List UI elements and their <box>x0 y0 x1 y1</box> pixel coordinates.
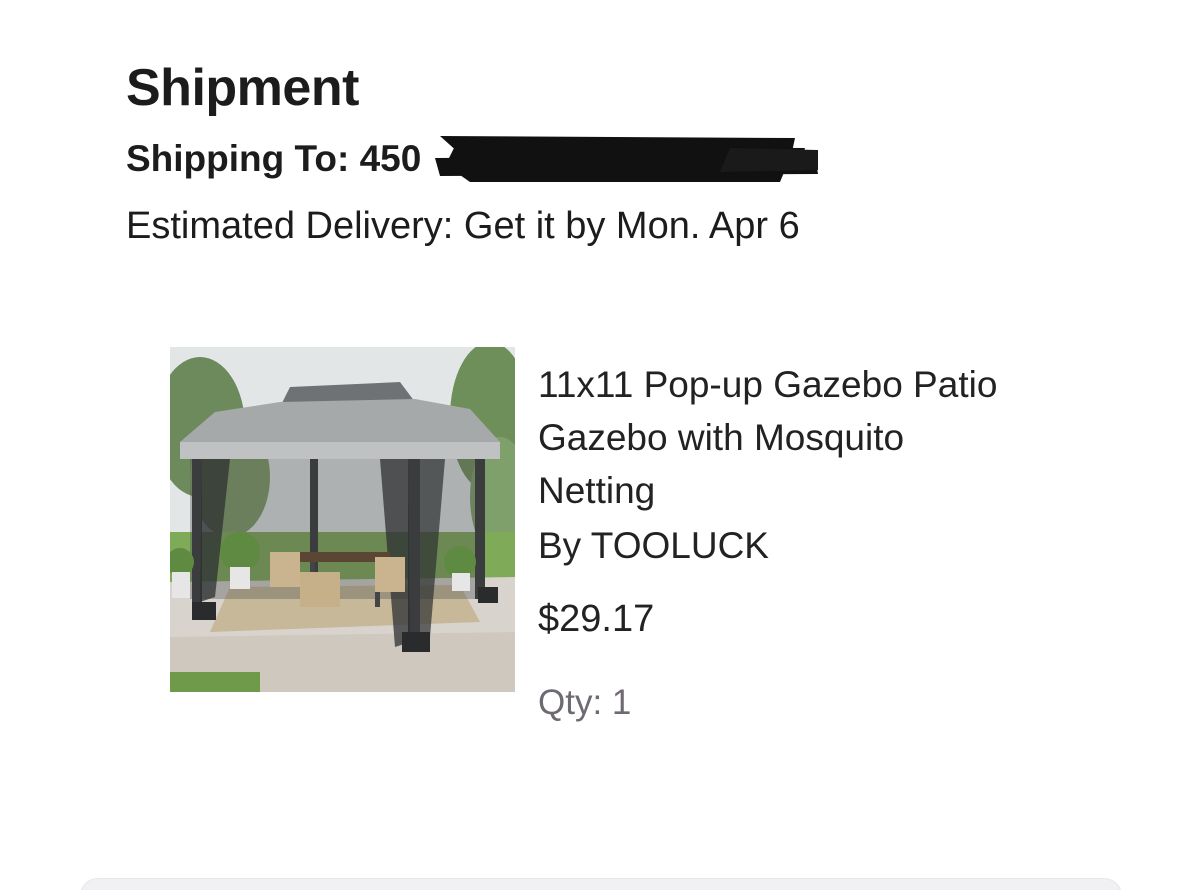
qty-value: 1 <box>611 683 632 722</box>
shipping-address: Shipping To: 450 <box>126 138 421 180</box>
shipping-to-label: Shipping To: <box>126 138 350 179</box>
qty-label: Qty: <box>538 683 603 722</box>
redaction-marker <box>435 136 818 182</box>
next-section-card <box>80 878 1122 890</box>
item-price: $29.17 <box>538 598 655 640</box>
seller-name[interactable]: By TOOLUCK <box>538 525 769 567</box>
product-image[interactable] <box>170 347 515 692</box>
quantity: Qty: 1 <box>538 683 631 723</box>
shipment-title: Shipment <box>126 59 359 117</box>
estimated-delivery: Estimated Delivery: Get it by Mon. Apr 6 <box>126 205 800 247</box>
product-title[interactable]: 11x11 Pop-up Gazebo Patio Gazebo with Mo… <box>538 358 998 517</box>
